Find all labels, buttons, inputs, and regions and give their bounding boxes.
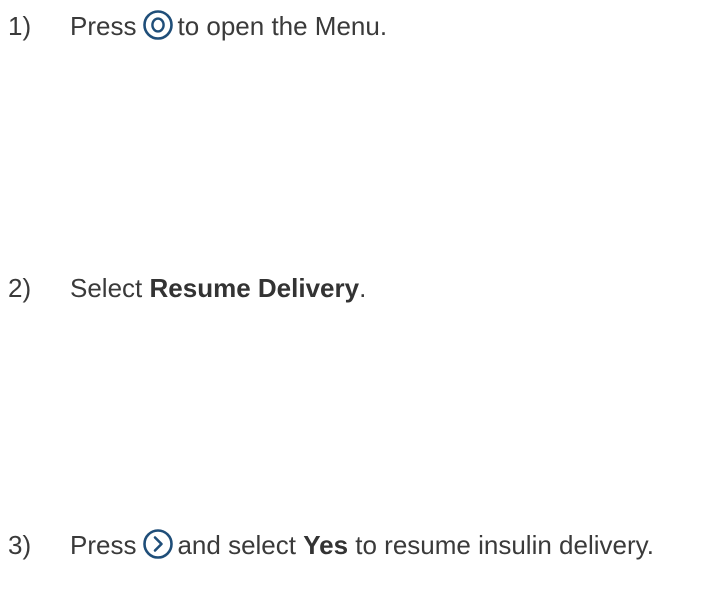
- step-text-press: Press: [70, 529, 137, 560]
- step-text-rest: to resume insulin delivery.: [348, 529, 654, 560]
- step-text-select: Select: [70, 272, 150, 303]
- step-number: 2): [8, 272, 32, 303]
- step-1: 1) Press to open the Menu.: [8, 8, 387, 44]
- yes-label: Yes: [303, 529, 349, 560]
- step-number: 1): [8, 10, 32, 41]
- step-text-press: Press: [70, 10, 137, 41]
- step-3: 3) Press and select Yes to resume insuli…: [8, 527, 654, 563]
- step-text-and-select: and select: [177, 529, 304, 560]
- step-text-period: .: [359, 272, 367, 303]
- step-text-rest: to open the Menu.: [177, 10, 388, 41]
- chevron-right-circle-icon: [142, 528, 174, 560]
- step-2: 2) Select Resume Delivery .: [8, 270, 366, 306]
- menu-circle-o-icon: [142, 9, 174, 41]
- step-number: 3): [8, 529, 32, 560]
- resume-delivery-label: Resume Delivery: [149, 272, 360, 303]
